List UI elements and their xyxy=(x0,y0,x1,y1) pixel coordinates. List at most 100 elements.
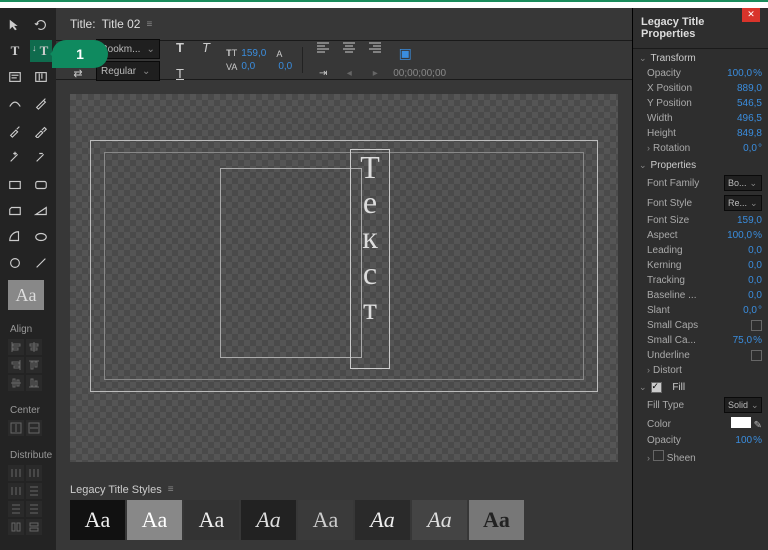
styles-menu-icon[interactable]: ≡ xyxy=(168,484,174,496)
section-fill[interactable]: Fill xyxy=(633,378,768,395)
style-swatch[interactable]: Aa xyxy=(412,500,467,540)
slant-value[interactable]: 0,0 xyxy=(743,305,757,316)
leading-value[interactable]: 0,0 xyxy=(276,61,294,72)
align-vcenter[interactable] xyxy=(8,375,24,391)
align-hcenter[interactable] xyxy=(26,339,42,355)
section-transform[interactable]: Transform xyxy=(633,49,768,66)
width-value[interactable]: 496,5 xyxy=(737,113,762,124)
close-button[interactable]: ✕ xyxy=(742,8,760,22)
font-style-prop[interactable]: Re... xyxy=(724,195,762,211)
font-size-value[interactable]: 159,0 xyxy=(239,48,268,59)
selection-tool[interactable] xyxy=(4,14,26,36)
align-center-text[interactable] xyxy=(337,35,361,59)
color-picker-tool[interactable] xyxy=(30,120,52,142)
rotate-tool[interactable] xyxy=(30,14,52,36)
center-vert[interactable] xyxy=(26,420,42,436)
style-swatch[interactable]: Aa xyxy=(298,500,353,540)
align-right[interactable] xyxy=(8,357,24,373)
center-horiz[interactable] xyxy=(8,420,24,436)
italic-icon[interactable]: T xyxy=(194,35,218,59)
arc-tool[interactable] xyxy=(4,226,26,248)
title-styles: Aa Aa Aa Aa Aa Aa Aa Aa xyxy=(56,500,632,550)
align-top[interactable] xyxy=(26,357,42,373)
canvas[interactable]: Т е к с т xyxy=(70,94,618,462)
style-swatch[interactable]: Aa xyxy=(184,500,239,540)
area-type-tool[interactable] xyxy=(4,66,26,88)
align-left[interactable] xyxy=(8,339,24,355)
leading-prop[interactable]: 0,0 xyxy=(748,245,762,256)
distribute-label: Distribute xyxy=(4,436,56,465)
circle-tool[interactable] xyxy=(4,252,26,274)
xposition-value[interactable]: 889,0 xyxy=(737,83,762,94)
distribute-5[interactable] xyxy=(8,501,24,517)
eyedropper-tool[interactable] xyxy=(4,120,26,142)
vertical-text[interactable]: Т е к с т xyxy=(350,149,390,369)
section-properties[interactable]: Properties xyxy=(633,156,768,173)
type-tool[interactable]: T xyxy=(4,40,26,62)
kerning-prop[interactable]: 0,0 xyxy=(748,260,762,271)
rectangle-tool[interactable] xyxy=(4,174,26,196)
underline-checkbox[interactable] xyxy=(751,350,762,361)
style-swatch[interactable]: Aa xyxy=(355,500,410,540)
properties-panel: Legacy Title Properties Transform Opacit… xyxy=(632,8,768,550)
wedge-tool[interactable] xyxy=(30,200,52,222)
rounded-rect-tool[interactable] xyxy=(30,174,52,196)
smallcaps-size[interactable]: 75,0 xyxy=(733,335,752,346)
text-toolbar: ⎘ ⇄ Bookm... Regular T T T 𝐓T159,0 VA0,0… xyxy=(56,40,632,80)
pen-tool[interactable] xyxy=(30,92,52,114)
opacity-value[interactable]: 100,0 xyxy=(727,68,752,79)
font-style-select[interactable]: Regular xyxy=(96,61,160,81)
delete-anchor-tool[interactable] xyxy=(30,146,52,168)
style-swatch[interactable]: Aa xyxy=(70,500,125,540)
tab-prev-icon[interactable]: ◂ xyxy=(337,61,361,85)
clipped-rect-tool[interactable] xyxy=(4,200,26,222)
sheen-checkbox[interactable] xyxy=(653,450,664,461)
ellipse-tool[interactable] xyxy=(30,226,52,248)
show-video-icon[interactable]: ▣ xyxy=(393,42,417,66)
distribute-1[interactable] xyxy=(8,465,24,481)
fill-opacity-value[interactable]: 100 xyxy=(735,435,752,446)
eyedropper-icon[interactable]: ✎ xyxy=(754,420,762,431)
height-value[interactable]: 849,8 xyxy=(737,128,762,139)
styles-header: Legacy Title Styles≡ xyxy=(56,476,632,500)
style-swatch[interactable]: Aa xyxy=(241,500,296,540)
align-right-text[interactable] xyxy=(363,35,387,59)
distribute-8[interactable] xyxy=(26,519,42,535)
selection-box[interactable] xyxy=(220,168,362,358)
tracking-prop[interactable]: 0,0 xyxy=(748,275,762,286)
line-tool[interactable] xyxy=(30,252,52,274)
vertical-area-type-tool[interactable] xyxy=(30,66,52,88)
align-label: Align xyxy=(4,310,56,339)
distribute-4[interactable] xyxy=(26,483,42,499)
style-swatch[interactable]: Aa xyxy=(469,500,524,540)
add-anchor-tool[interactable] xyxy=(4,146,26,168)
distribute-6[interactable] xyxy=(26,501,42,517)
bold-icon[interactable]: T xyxy=(168,35,192,59)
align-left-text[interactable] xyxy=(311,35,335,59)
font-size-prop[interactable]: 159,0 xyxy=(737,215,762,226)
aspect-value[interactable]: 100,0 xyxy=(727,230,752,241)
smallcaps-checkbox[interactable] xyxy=(751,320,762,331)
underline-icon[interactable]: T xyxy=(168,61,192,85)
kerning-value[interactable]: 0,0 xyxy=(239,61,257,72)
tab-icon[interactable]: ⇥ xyxy=(311,61,335,85)
fill-type-select[interactable]: Solid xyxy=(724,397,762,413)
baseline-prop[interactable]: 0,0 xyxy=(748,290,762,301)
tab-next-icon[interactable]: ▸ xyxy=(363,61,387,85)
title-prefix: Title: xyxy=(70,17,96,31)
distribute-3[interactable] xyxy=(8,483,24,499)
rotation-value[interactable]: 0,0 xyxy=(743,143,757,154)
path-type-tool[interactable] xyxy=(4,92,26,114)
timecode[interactable]: 00;00;00;00 xyxy=(393,68,446,79)
fill-color-swatch[interactable] xyxy=(731,417,751,428)
callout-marker: 1 xyxy=(52,40,108,68)
font-family-prop[interactable]: Bo... xyxy=(724,175,762,191)
distribute-2[interactable] xyxy=(26,465,42,481)
yposition-value[interactable]: 546,5 xyxy=(737,98,762,109)
fill-checkbox[interactable] xyxy=(651,382,662,393)
align-bottom[interactable] xyxy=(26,375,42,391)
title-name: Title 02 xyxy=(102,17,141,31)
distribute-7[interactable] xyxy=(8,519,24,535)
panel-menu-icon[interactable]: ≡ xyxy=(146,19,152,30)
style-swatch[interactable]: Aa xyxy=(127,500,182,540)
